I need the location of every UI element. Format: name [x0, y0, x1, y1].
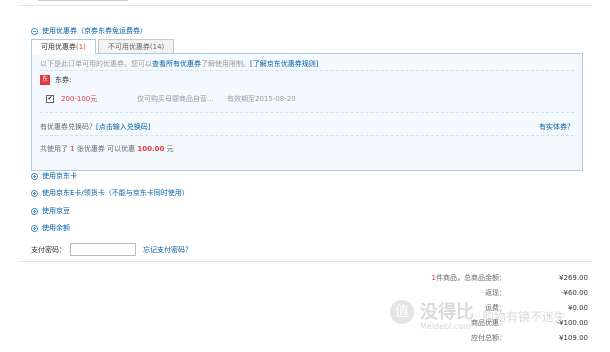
coupon-summary: 共使用了 1 张优惠券 可以优惠 100.00 元	[40, 145, 174, 153]
coupon-rules-link[interactable]: [了解京东优惠券规则]	[250, 60, 318, 68]
tab-available-coupons[interactable]: 可用优惠券(1)	[31, 39, 96, 54]
items-total-value: ¥269.00	[559, 274, 588, 282]
watermark-domain: Meidebi.com	[420, 322, 471, 331]
balance-toggle[interactable]: 使用余额	[31, 223, 70, 233]
coupon-item[interactable]: ✔ 200-100元 仅可购买母婴商品自营... 有效期至2015-08-20	[46, 94, 296, 104]
coupon-toggle-label: 使用优惠券（京券东券免运费券）	[42, 27, 147, 35]
expand-icon	[31, 207, 38, 215]
coupon-scope: 仅可购买母婴商品自营...	[137, 95, 214, 103]
watermark-brand: 没得比	[420, 302, 474, 323]
totals-divider	[18, 261, 592, 262]
top-fragment	[38, 0, 128, 4]
payment-password-label: 支付密码：	[31, 245, 66, 254]
watermark: 值 没得比 购物有镜不迷失 Meidebi.com	[390, 298, 580, 338]
coupon-group-header: 东 东券:	[40, 75, 71, 85]
collapse-icon	[31, 27, 38, 35]
exchange-row: 有优惠券兑换码？[点击输入兑换码] 有实体券？	[40, 122, 574, 132]
divider	[40, 70, 574, 71]
dongquan-icon: 东	[40, 75, 50, 85]
watermark-slogan: 购物有镜不迷失	[482, 310, 567, 324]
coupon-hint: 以下是此订单可用的优惠券，您可以查看所有优惠券了解使用限制。[了解京东优惠券规则…	[40, 60, 319, 68]
jd-ecard-toggle[interactable]: 使用京东E卡/领货卡（不能与京东卡同时使用）	[31, 188, 189, 198]
coupon-toggle[interactable]: 使用优惠券（京券东券免运费券）	[31, 26, 147, 36]
expand-icon	[31, 172, 38, 180]
enter-exchange-code-link[interactable]: [点击输入兑换码]	[96, 123, 150, 131]
coupon-checkbox[interactable]: ✔	[46, 95, 54, 103]
expand-icon	[31, 224, 38, 232]
coupon-expiry: 有效期至2015-08-20	[227, 95, 296, 103]
coupon-tabs: 可用优惠券(1) 不可用优惠券(14)	[31, 39, 176, 54]
watermark-logo-icon: 值	[390, 300, 414, 324]
coupon-amount: 200-100元	[61, 95, 98, 103]
forgot-password-link[interactable]: 忘记支付密码？	[143, 245, 192, 255]
payment-password-row: 支付密码： 忘记支付密码？	[31, 243, 192, 256]
jd-card-toggle[interactable]: 使用京东卡	[31, 171, 77, 181]
tab-unavailable-coupons[interactable]: 不可用优惠券(14)	[97, 39, 175, 53]
coupon-panel: 以下是此订单可用的优惠券，您可以查看所有优惠券了解使用限制。[了解京东优惠券规则…	[31, 53, 583, 171]
expand-icon	[31, 189, 38, 197]
divider	[40, 112, 574, 113]
view-all-coupons-link[interactable]: 查看所有优惠券	[152, 60, 201, 68]
jd-beans-toggle[interactable]: 使用京豆	[31, 206, 70, 216]
payment-password-input[interactable]	[70, 243, 136, 256]
exchange-label: 有优惠券兑换码？	[40, 123, 96, 131]
physical-coupon-link[interactable]: 有实体券？	[539, 122, 574, 132]
divider	[40, 135, 574, 136]
section-divider	[18, 5, 592, 6]
coupon-group-label: 东券:	[55, 76, 72, 84]
